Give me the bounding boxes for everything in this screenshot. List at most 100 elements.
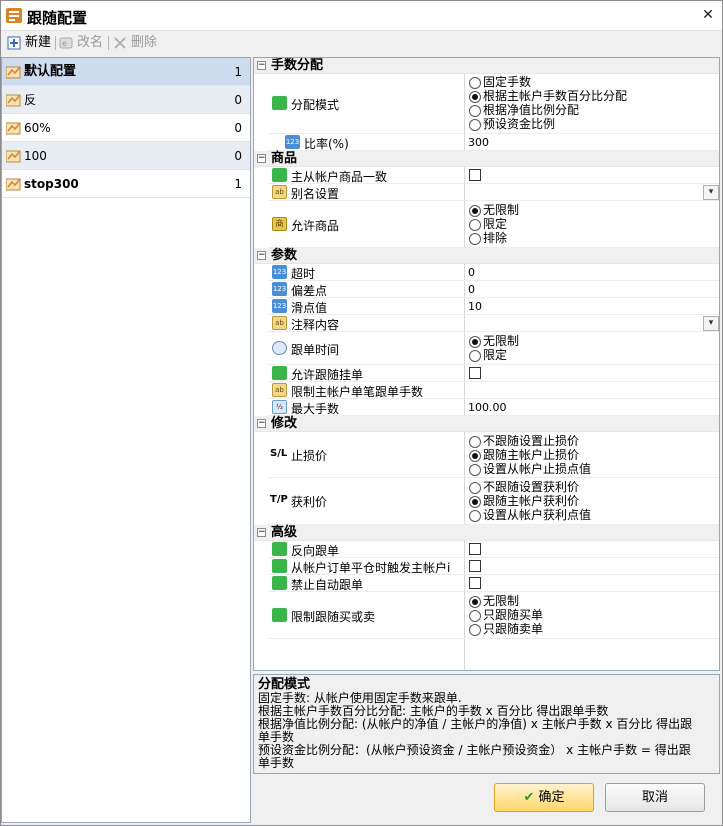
time-option-1[interactable]: 限定	[468, 348, 507, 363]
toolbar-divider	[108, 36, 109, 50]
max-lot-value[interactable]: 100.00	[468, 401, 507, 414]
sl-option-0[interactable]: 不跟随设置止损价	[468, 434, 579, 449]
collapse-icon[interactable]: −	[257, 528, 266, 537]
mode-option-1[interactable]: 根据主帐户手数百分比分配	[468, 89, 627, 104]
category-advanced[interactable]: − 高级	[254, 525, 719, 541]
checkmark-icon: ✔	[523, 790, 535, 805]
category-symbols[interactable]: − 商品	[254, 151, 719, 167]
chart-icon	[272, 366, 287, 380]
slippage-value[interactable]: 10	[468, 300, 482, 313]
profile-icon	[6, 178, 21, 191]
restrict-option-2[interactable]: 只跟随卖单	[468, 622, 543, 637]
svg-text:e: e	[62, 39, 67, 48]
collapse-icon[interactable]: −	[257, 251, 266, 260]
radio-icon	[469, 119, 481, 131]
category-modify[interactable]: − 修改	[254, 416, 719, 432]
option-label: 不跟随设置止损价	[483, 434, 580, 448]
profile-count: 0	[234, 149, 242, 163]
chevron-down-icon[interactable]: ▾	[703, 185, 719, 200]
list-item[interactable]: 100 0	[2, 142, 250, 170]
toolbar: 新建 e 改名 删除	[1, 31, 722, 55]
take-profit-label: 获利价	[291, 495, 328, 509]
sl-option-1[interactable]: 跟随主帐户止损价	[468, 448, 579, 463]
collapse-icon[interactable]: −	[257, 419, 266, 428]
category-params[interactable]: − 参数	[254, 248, 719, 264]
close-button[interactable]: ✕	[700, 7, 716, 23]
profile-list: 默认配置 1 反 0 60% 0 100 0 stop300 1	[1, 57, 251, 823]
allow-option-2[interactable]: 排除	[468, 231, 507, 246]
prop-row-max-lot: ½ 最大手数 100.00	[268, 399, 719, 416]
radio-icon	[469, 510, 481, 522]
profile-count: 0	[234, 93, 242, 107]
sl-option-2[interactable]: 设置从帐户止损点值	[468, 462, 591, 477]
text-icon: ab	[272, 316, 287, 330]
prop-row-ratio: 123 比率(%) 300	[268, 134, 719, 151]
mode-option-0[interactable]: 固定手数	[468, 75, 531, 90]
stop-loss-label: 止损价	[291, 449, 328, 463]
pending-checkbox[interactable]	[469, 367, 481, 379]
deviation-value[interactable]: 0	[468, 283, 475, 296]
timeout-value[interactable]: 0	[468, 266, 475, 279]
tp-option-1[interactable]: 跟随主帐户获利价	[468, 494, 579, 509]
prop-row-stop-loss: S/L 止损价 不跟随设置止损价 跟随主帐户止损价 设置从帐户止损点值	[268, 432, 719, 478]
number-icon: 123	[272, 299, 287, 313]
prop-row-timeout: 123 超时 0	[268, 264, 719, 281]
profile-icon	[6, 122, 21, 135]
option-label: 固定手数	[483, 75, 532, 89]
list-item[interactable]: 反 0	[2, 86, 250, 114]
prop-row-pending: 允许跟随挂单	[268, 365, 719, 382]
tp-option-0[interactable]: 不跟随设置获利价	[468, 480, 579, 495]
radio-icon	[469, 77, 481, 89]
list-item[interactable]: 默认配置 1	[2, 58, 250, 86]
disable-auto-checkbox[interactable]	[469, 577, 481, 589]
radio-icon	[469, 205, 481, 217]
allow-option-0[interactable]: 无限制	[468, 203, 519, 218]
chevron-down-icon[interactable]: ▾	[703, 316, 719, 331]
prop-row-allow-symbols: 商 允许商品 无限制 限定 排除	[268, 201, 719, 248]
same-symbol-checkbox[interactable]	[469, 169, 481, 181]
max-lot-label: 最大手数	[291, 402, 340, 416]
clock-icon	[272, 341, 287, 355]
chart-icon	[272, 96, 287, 110]
mode-option-2[interactable]: 根据净值比例分配	[468, 103, 579, 118]
category-title: 高级	[271, 525, 298, 540]
cancel-button[interactable]: 取消	[605, 783, 705, 812]
same-symbol-label: 主从帐户商品一致	[291, 170, 388, 184]
reverse-checkbox[interactable]	[469, 543, 481, 555]
mode-option-3[interactable]: 预设资金比例	[468, 117, 555, 132]
ratio-value[interactable]: 300	[468, 136, 489, 149]
radio-icon	[469, 624, 481, 636]
prop-row-same-symbol: 主从帐户商品一致	[268, 167, 719, 184]
option-label: 根据净值比例分配	[483, 103, 580, 117]
limit-lot-label: 限制主帐户单笔跟单手数	[291, 385, 424, 399]
option-label: 限定	[483, 348, 508, 362]
collapse-icon[interactable]: −	[257, 61, 266, 70]
option-label: 跟随主帐户获利价	[483, 494, 580, 508]
radio-icon	[469, 105, 481, 117]
slave-close-checkbox[interactable]	[469, 560, 481, 572]
profile-name: 60%	[24, 121, 51, 135]
allow-option-1[interactable]: 限定	[468, 217, 507, 232]
chart-icon	[272, 542, 287, 556]
chart-icon	[272, 168, 287, 182]
profile-icon	[6, 94, 21, 107]
delete-button[interactable]: 删除	[111, 34, 157, 52]
new-button[interactable]: 新建	[5, 34, 51, 52]
ok-button[interactable]: ✔ 确定	[494, 783, 594, 812]
prop-row-limit-lot: ab 限制主帐户单笔跟单手数	[268, 382, 719, 399]
radio-icon	[469, 336, 481, 348]
list-item[interactable]: stop300 1	[2, 170, 250, 198]
goods-icon: 商	[272, 217, 287, 231]
restrict-option-1[interactable]: 只跟随买单	[468, 608, 543, 623]
time-option-0[interactable]: 无限制	[468, 334, 519, 349]
new-icon	[7, 36, 21, 50]
tp-option-2[interactable]: 设置从帐户获利点值	[468, 508, 591, 523]
restrict-option-0[interactable]: 无限制	[468, 594, 519, 609]
collapse-icon[interactable]: −	[257, 154, 266, 163]
profile-count: 1	[234, 177, 242, 191]
category-title: 修改	[271, 416, 298, 431]
rename-button[interactable]: e 改名	[57, 34, 103, 52]
list-item[interactable]: 60% 0	[2, 114, 250, 142]
category-lot[interactable]: − 手数分配	[254, 58, 719, 74]
option-label: 无限制	[483, 203, 520, 217]
